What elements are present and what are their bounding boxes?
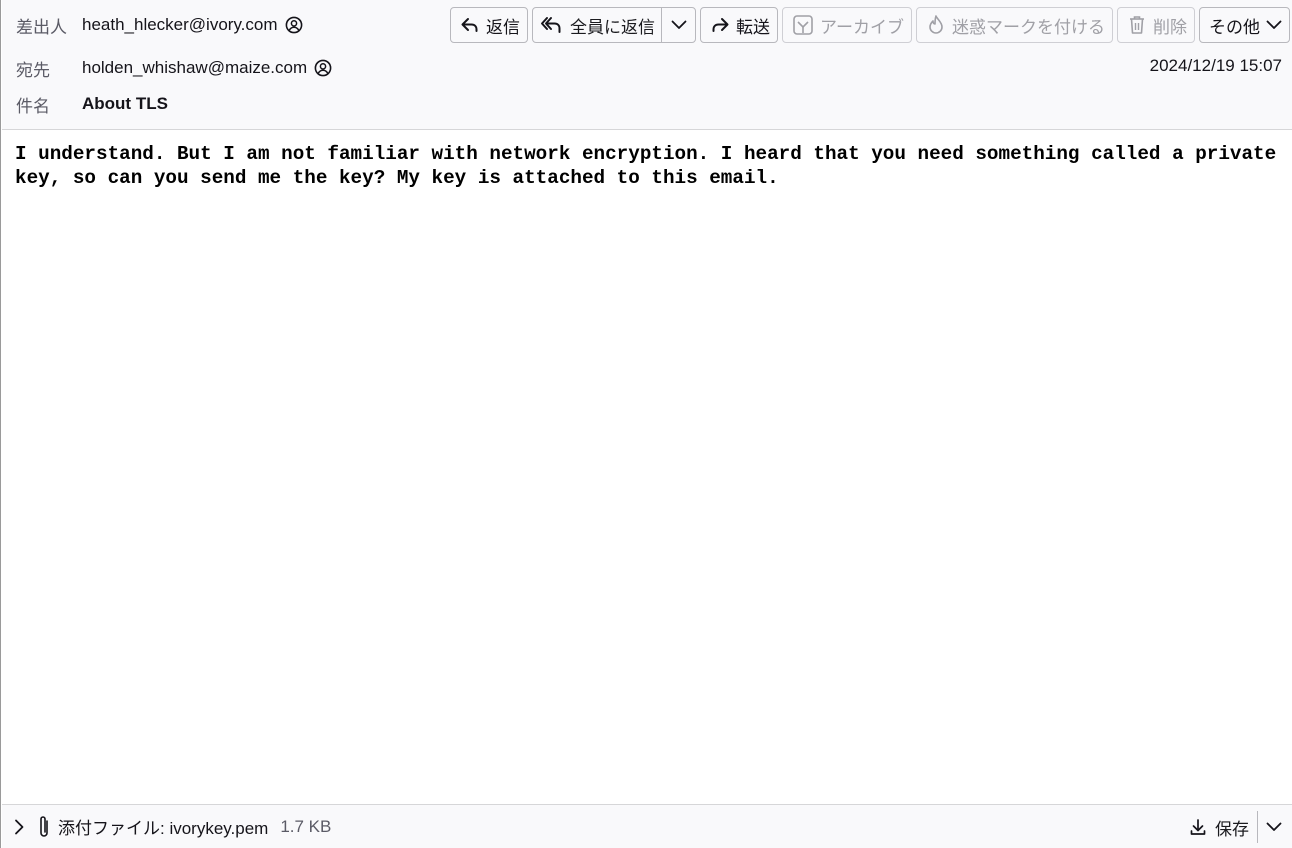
more-button[interactable]: その他	[1199, 7, 1290, 43]
delete-button[interactable]: 削除	[1117, 7, 1195, 43]
message-header: 差出人 heath_hlecker@ivory.com 宛先 holden_wh…	[2, 0, 1292, 130]
trash-icon	[1130, 16, 1144, 34]
forward-icon	[712, 18, 729, 32]
attachment-bar: 添付ファイル: ivorykey.pem 1.7 KB 保存	[2, 804, 1292, 848]
chevron-down-icon	[1266, 20, 1282, 29]
archive-button[interactable]: アーカイブ	[782, 7, 912, 43]
to-row: 宛先 holden_whishaw@maize.com	[16, 56, 333, 80]
reply-button[interactable]: 返信	[450, 7, 529, 43]
chevron-down-icon	[671, 20, 686, 29]
message-toolbar: 返信 全員に返信 転送 アーカイブ 迷惑マークを付ける 削除 その他	[450, 7, 1290, 43]
chevron-down-icon	[1266, 822, 1281, 831]
download-icon	[1190, 819, 1206, 835]
subject-label: 件名	[16, 96, 50, 116]
message-window: 差出人 heath_hlecker@ivory.com 宛先 holden_wh…	[0, 0, 1292, 848]
to-label: 宛先	[16, 60, 50, 80]
junk-label: 迷惑マークを付ける	[952, 17, 1105, 37]
reply-all-button[interactable]: 全員に返信	[533, 8, 661, 42]
from-row: 差出人 heath_hlecker@ivory.com	[16, 13, 304, 37]
from-label: 差出人	[16, 17, 67, 37]
reply-all-dropdown[interactable]	[661, 8, 695, 42]
attachment-name: 添付ファイル: ivorykey.pem	[58, 819, 269, 838]
to-address[interactable]: holden_whishaw@maize.com	[82, 58, 307, 78]
paperclip-icon	[40, 815, 48, 837]
forward-button[interactable]: 転送	[700, 7, 779, 43]
save-label: 保存	[1215, 819, 1249, 839]
attachment-summary[interactable]: 添付ファイル: ivorykey.pem	[36, 814, 268, 840]
subject-row: 件名 About TLS	[16, 92, 168, 116]
junk-icon	[929, 15, 943, 34]
archive-label: アーカイブ	[820, 17, 904, 37]
message-body-line: I understand. But I am not familiar with…	[15, 143, 1277, 165]
attachment-size: 1.7 KB	[280, 816, 332, 836]
message-body-line: key, so can you send me the key? My key …	[15, 167, 779, 189]
contact-icon[interactable]	[313, 58, 333, 78]
subject-text: About TLS	[82, 94, 168, 113]
from-address[interactable]: heath_hlecker@ivory.com	[82, 15, 278, 35]
archive-icon	[793, 15, 813, 35]
message-date: 2024/12/19 15:07	[1149, 56, 1282, 75]
save-button[interactable]: 保存	[1181, 811, 1257, 843]
junk-button[interactable]: 迷惑マークを付ける	[916, 7, 1113, 43]
delete-label: 削除	[1153, 17, 1187, 37]
reply-all-icon	[541, 17, 561, 33]
save-split: 保存	[1181, 811, 1289, 843]
more-label: その他	[1209, 17, 1260, 37]
forward-label: 転送	[736, 17, 771, 37]
contact-icon[interactable]	[284, 15, 304, 35]
attachment-expand-toggle[interactable]	[2, 805, 36, 848]
reply-label: 返信	[486, 17, 521, 37]
reply-icon	[461, 18, 478, 32]
reply-all-split: 全員に返信	[532, 7, 697, 43]
reply-all-label: 全員に返信	[570, 17, 656, 37]
message-body: I understand. But I am not familiar with…	[15, 142, 1285, 190]
chevron-right-icon	[15, 819, 24, 834]
save-dropdown[interactable]	[1257, 811, 1289, 843]
